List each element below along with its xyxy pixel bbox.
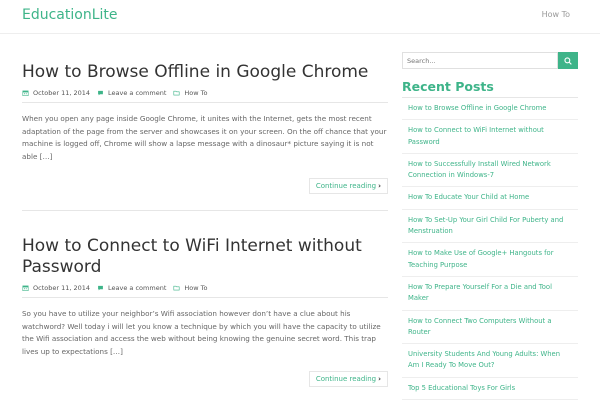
recent-post-link[interactable]: How to Make Use of Google+ Hangouts for … — [402, 243, 578, 277]
chevron-right-icon: › — [378, 375, 381, 383]
search-form — [402, 52, 578, 69]
sidebar: Recent Posts How to Browse Offline in Go… — [402, 52, 578, 400]
recent-post-link[interactable]: How To Educate Your Child at Home — [402, 187, 578, 210]
post-date[interactable]: October 11, 2014 — [33, 89, 90, 97]
continue-reading-button[interactable]: Continue reading › — [308, 371, 388, 387]
continue-reading-label: Continue reading — [315, 182, 377, 190]
nav-item-how-to[interactable]: How To — [542, 10, 570, 19]
search-button[interactable] — [558, 52, 578, 69]
post: How to Browse Offline in Google Chrome O… — [22, 62, 388, 194]
recent-post-link[interactable]: How to Connect Two Computers Without a R… — [402, 311, 578, 345]
post-separator — [22, 210, 388, 211]
site-title[interactable]: EducationLite — [22, 7, 118, 23]
post-date[interactable]: October 11, 2014 — [33, 284, 90, 292]
recent-post-link[interactable]: How To Prepare Yourself For a Die and To… — [402, 277, 578, 311]
recent-post-link[interactable]: Top 5 Educational Toys For Girls — [402, 378, 578, 400]
calendar-icon — [22, 90, 29, 96]
post-meta: October 11, 2014 Leave a comment How To — [22, 284, 388, 292]
post-title[interactable]: How to Connect to WiFi Internet without … — [22, 236, 388, 278]
recent-post-link[interactable]: How to Connect to WiFi Internet without … — [402, 120, 578, 154]
recent-post-link[interactable]: How To Set-Up Your Girl Child For Pubert… — [402, 210, 578, 244]
post-meta: October 11, 2014 Leave a comment How To — [22, 89, 388, 97]
continue-reading-label: Continue reading — [315, 375, 377, 383]
recent-posts-list: How to Browse Offline in Google Chrome H… — [402, 98, 578, 400]
chevron-right-icon: › — [378, 182, 381, 190]
post-category-link[interactable]: How To — [184, 284, 207, 292]
search-icon — [564, 56, 572, 65]
post-title[interactable]: How to Browse Offline in Google Chrome — [22, 62, 388, 83]
recent-post-link[interactable]: How to Successfully Install Wired Networ… — [402, 154, 578, 188]
search-input[interactable] — [402, 52, 558, 69]
post-divider — [22, 102, 388, 103]
post-comments-link[interactable]: Leave a comment — [108, 284, 166, 292]
recent-post-link[interactable]: University Students And Young Adults: Wh… — [402, 344, 578, 378]
post-comments-link[interactable]: Leave a comment — [108, 89, 166, 97]
comment-icon — [98, 285, 103, 291]
comment-icon — [98, 90, 103, 96]
post-excerpt: When you open any page inside Google Chr… — [22, 114, 387, 161]
post-excerpt: So you have to utilize your neighbor’s W… — [22, 309, 381, 356]
folder-icon — [173, 285, 180, 291]
post: How to Connect to WiFi Internet without … — [22, 236, 388, 387]
post-divider — [22, 297, 388, 298]
post-category-link[interactable]: How To — [184, 89, 207, 97]
folder-icon — [173, 90, 180, 96]
continue-reading-button[interactable]: Continue reading › — [308, 178, 388, 194]
recent-post-link[interactable]: How to Browse Offline in Google Chrome — [402, 98, 578, 121]
main-content: How to Browse Offline in Google Chrome O… — [22, 34, 388, 400]
recent-posts-title: Recent Posts — [402, 79, 494, 94]
calendar-icon — [22, 285, 29, 291]
site-header: EducationLite How To — [0, 0, 600, 34]
